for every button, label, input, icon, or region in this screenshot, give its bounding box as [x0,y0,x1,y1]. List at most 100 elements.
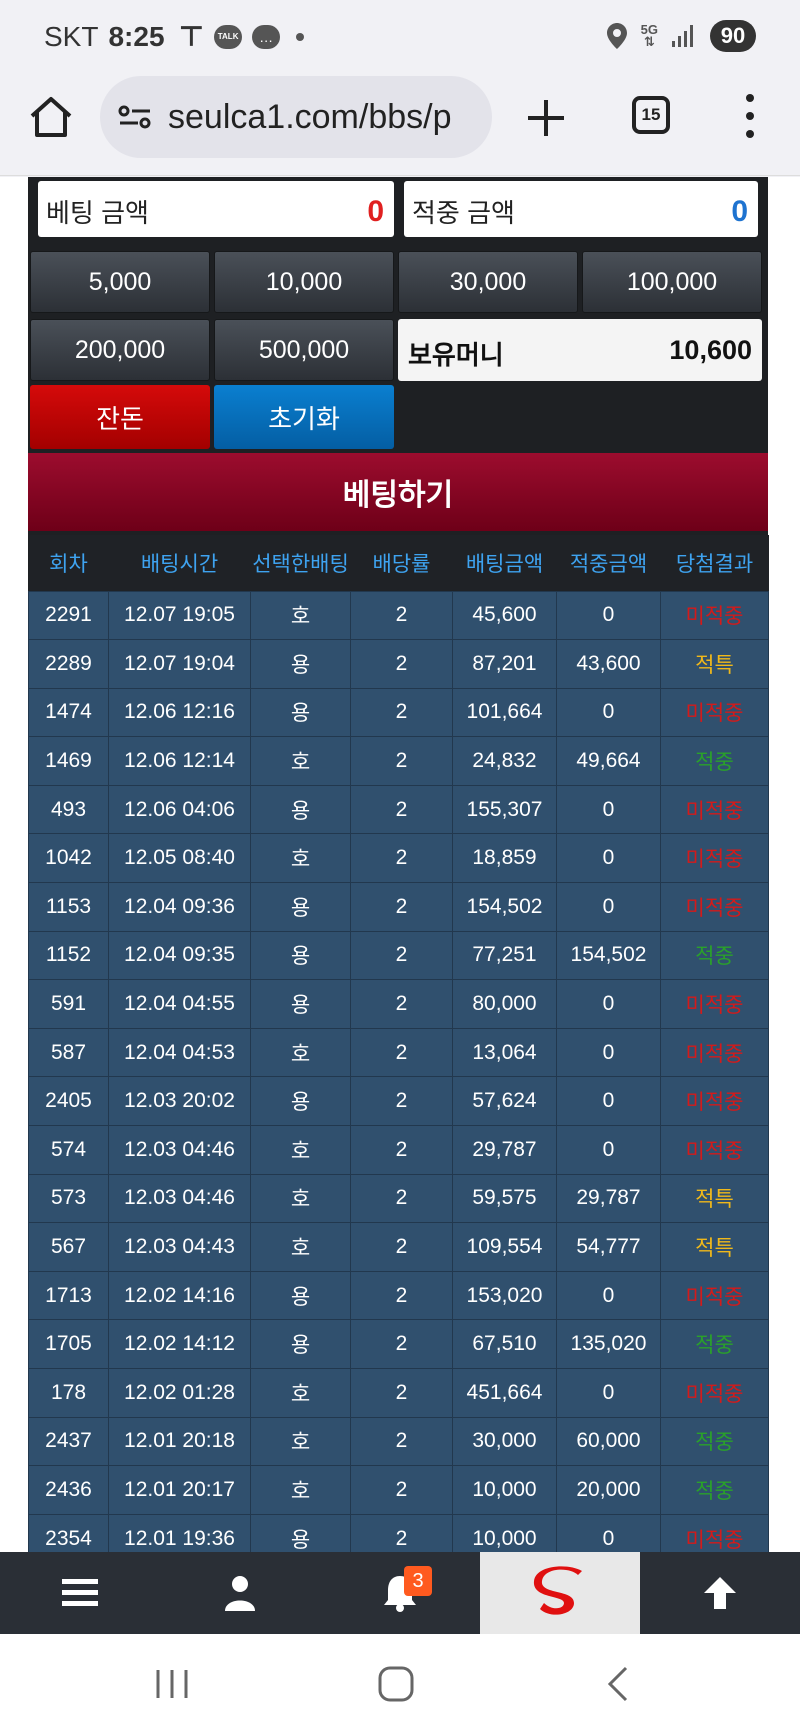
table-row: 2289 12.07 19:04 용 2 87,201 43,600 적특 [28,639,769,689]
new-tab-icon[interactable] [524,96,568,140]
header-pick: 선택한배팅 [250,535,351,591]
message-icon: … [252,24,281,49]
cell-result: 미적중 [660,833,769,884]
cell-hit-amount: 0 [556,1368,661,1418]
cell-result: 적중 [660,736,769,786]
table-row: 2437 12.01 20:18 호 2 30,000 60,000 적중 [28,1416,769,1467]
cell-bet-amount: 109,554 [452,1222,557,1272]
url-text[interactable]: seulca1.com/bbs/p [168,98,452,137]
user-icon [225,1576,255,1611]
cell-result: 적특 [660,639,769,689]
cell-result: 미적중 [660,1270,769,1321]
more-notifications-icon [296,32,305,41]
location-icon [606,23,627,49]
change-button[interactable]: 잔돈 [30,385,210,449]
cell-round: 1474 [28,687,109,738]
reset-button[interactable]: 초기화 [214,385,394,449]
cell-odds: 2 [350,979,453,1029]
cell-time: 12.03 04:46 [108,1125,251,1175]
header-round: 회차 [28,535,109,591]
home-nav-icon[interactable] [374,1662,418,1706]
table-row: 178 12.02 01:28 호 2 451,664 0 미적중 [28,1368,769,1418]
cell-odds: 2 [350,639,453,689]
header-bet-amount: 배팅금액 [452,535,557,591]
cell-hit-amount: 0 [556,687,661,738]
cell-round: 574 [28,1125,109,1175]
table-row: 493 12.06 04:06 용 2 155,307 0 미적중 [28,784,769,835]
browser-menu-icon[interactable] [740,94,760,138]
cell-time: 12.01 20:18 [108,1416,251,1467]
cell-bet-amount: 18,859 [452,833,557,884]
user-button[interactable] [160,1552,320,1634]
betting-panel: 베팅 금액 0 적중 금액 0 5,000 10,000 30,000 100,… [28,177,769,1552]
cell-round: 591 [28,979,109,1029]
cell-hit-amount: 60,000 [556,1416,661,1467]
chip-100000-button[interactable]: 100,000 [582,251,762,313]
chip-500000-button[interactable]: 500,000 [214,319,394,381]
cell-hit-amount: 135,020 [556,1319,661,1369]
cell-odds: 2 [350,1270,453,1321]
chip-10000-button[interactable]: 10,000 [214,251,394,313]
battery-icon: 90 [710,20,756,52]
chip-30000-button[interactable]: 30,000 [398,251,578,313]
cell-odds: 2 [350,1222,453,1272]
cell-time: 12.05 08:40 [108,833,251,884]
cell-bet-amount: 87,201 [452,639,557,689]
cell-round: 1705 [28,1319,109,1369]
site-logo-button[interactable] [480,1552,640,1634]
scroll-top-button[interactable] [640,1552,800,1634]
cell-round: 1469 [28,736,109,786]
cell-pick: 용 [250,639,351,689]
t-icon: ⊤ [178,21,205,52]
holding-money-value: 10,600 [669,335,752,365]
cell-time: 12.04 04:53 [108,1027,251,1078]
chip-200000-button[interactable]: 200,000 [30,319,210,381]
hit-amount-value: 0 [731,195,748,228]
cell-odds: 2 [350,1465,453,1515]
cell-bet-amount: 10,000 [452,1465,557,1515]
recent-apps-icon[interactable] [150,1662,194,1706]
cell-odds: 2 [350,736,453,786]
table-row: 573 12.03 04:46 호 2 59,575 29,787 적특 [28,1173,769,1224]
cell-round: 178 [28,1368,109,1418]
cell-result: 미적중 [660,1027,769,1078]
tab-switcher-button[interactable]: 15 [632,96,670,134]
cell-pick: 호 [250,1125,351,1175]
cell-bet-amount: 101,664 [452,687,557,738]
cell-bet-amount: 24,832 [452,736,557,786]
cell-round: 2436 [28,1465,109,1515]
notifications-button[interactable]: 3 [320,1552,480,1634]
cell-round: 2405 [28,1076,109,1127]
home-icon[interactable] [28,94,74,140]
cell-pick: 용 [250,979,351,1029]
place-bet-button[interactable]: 베팅하기 [28,453,768,531]
cell-pick: 호 [250,1173,351,1224]
table-row: 1042 12.05 08:40 호 2 18,859 0 미적중 [28,833,769,884]
cell-pick: 용 [250,930,351,981]
cell-pick: 호 [250,1416,351,1467]
cell-time: 12.02 14:16 [108,1270,251,1321]
cell-pick: 호 [250,1222,351,1272]
cell-bet-amount: 13,064 [452,1027,557,1078]
cell-odds: 2 [350,590,453,641]
cell-round: 1152 [28,930,109,981]
cell-time: 12.04 09:35 [108,930,251,981]
cell-result: 미적중 [660,784,769,835]
cell-pick: 호 [250,736,351,786]
system-navigation-bar [0,1634,800,1734]
cell-round: 587 [28,1027,109,1078]
logo [533,1566,582,1615]
cell-time: 12.06 12:14 [108,736,251,786]
cell-result: 미적중 [660,1513,769,1552]
cell-round: 567 [28,1222,109,1272]
back-icon[interactable] [598,1662,642,1706]
header-result: 당첨결과 [660,535,769,591]
cell-odds: 2 [350,930,453,981]
cell-hit-amount: 0 [556,590,661,641]
chip-5000-button[interactable]: 5,000 [30,251,210,313]
site-settings-icon[interactable] [118,104,152,130]
address-bar[interactable]: seulca1.com/bbs/p [100,76,492,158]
menu-button[interactable] [0,1552,160,1634]
cell-result: 미적중 [660,687,769,738]
cell-result: 적중 [660,1416,769,1467]
